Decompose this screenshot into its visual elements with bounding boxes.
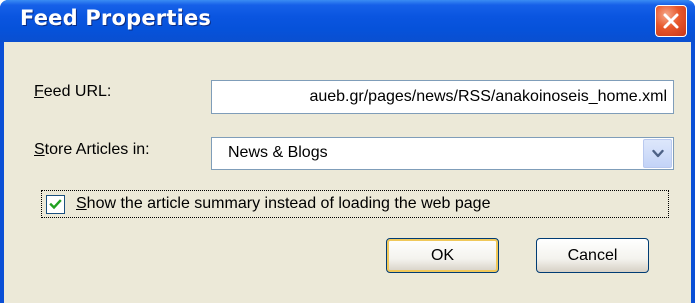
summary-option-row[interactable]: Show the article summary instead of load…	[41, 190, 669, 218]
cancel-button[interactable]: Cancel	[536, 238, 649, 273]
chevron-down-icon	[652, 149, 664, 158]
summary-checkbox[interactable]	[46, 195, 65, 214]
close-icon	[663, 13, 679, 29]
summary-checkbox-label[interactable]: Show the article summary instead of load…	[76, 195, 490, 213]
ok-button[interactable]: OK	[386, 238, 499, 273]
dialog-body: Feed URL: aueb.gr/pages/news/RSS/anakoin…	[4, 42, 691, 303]
dialog-title: Feed Properties	[20, 6, 212, 30]
close-button[interactable]	[655, 5, 687, 37]
dropdown-button[interactable]	[643, 139, 672, 168]
checkmark-icon	[49, 199, 62, 210]
store-articles-value: News & Blogs	[228, 144, 328, 161]
store-articles-label: Store Articles in:	[34, 141, 150, 158]
feed-url-label: Feed URL:	[34, 83, 112, 100]
title-bar[interactable]: Feed Properties	[0, 0, 695, 42]
feed-url-input[interactable]: aueb.gr/pages/news/RSS/anakoinoseis_home…	[211, 80, 674, 114]
store-articles-select[interactable]: News & Blogs	[211, 137, 674, 170]
feed-properties-dialog: Feed Properties Feed URL: aueb.gr/pages/…	[0, 0, 695, 303]
feed-url-value: aueb.gr/pages/news/RSS/anakoinoseis_home…	[309, 88, 667, 105]
